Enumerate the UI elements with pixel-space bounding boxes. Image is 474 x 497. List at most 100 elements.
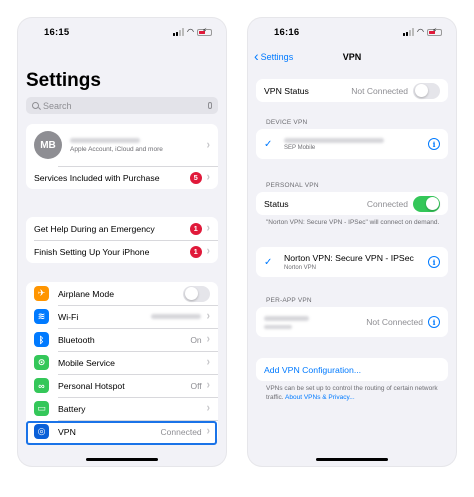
antenna-icon: ⊙ [34,355,49,370]
personal-vpn-profile-group: ✓ Norton VPN: Secure VPN - IPSec Norton … [256,247,448,277]
personal-vpn-header: PERSONAL VPN [266,182,319,189]
checkmark-icon: ✓ [264,138,273,150]
status-bar: 16:15 ◠ ⚡ [18,27,226,41]
wifi-status-icon: ◠ [417,27,424,36]
chevron-right-icon: › [206,401,210,416]
about-vpn-privacy-link[interactable]: About VPNs & Privacy... [285,394,355,401]
profile-row[interactable]: MB Apple Account, iCloud and more › [26,124,218,166]
info-icon[interactable]: i [428,138,440,150]
add-vpn-configuration-button[interactable]: Add VPN Configuration... [256,358,448,381]
notification-badge: 5 [189,171,202,184]
add-vpn-configuration-label: Add VPN Configuration... [264,364,362,375]
personal-vpn-status-label: Status [264,198,289,209]
bluetooth-row[interactable]: ᛒ Bluetooth On › [26,328,218,351]
notification-badge: 1 [189,222,202,235]
personal-hotspot-row[interactable]: ∞ Personal Hotspot Off › [26,374,218,397]
info-icon[interactable]: i [428,316,440,328]
link-icon: ∞ [34,378,49,393]
avatar: MB [34,131,62,159]
finish-setup-row[interactable]: Finish Setting Up Your iPhone 1 › [26,240,218,263]
chevron-right-icon: › [206,244,210,259]
per-app-vpn-value: Not Connected [366,317,423,327]
chevron-right-icon: › [206,170,210,185]
battery-row[interactable]: ▭ Battery › [26,397,218,420]
battery-status-icon: ⚡ [427,28,442,36]
vpn-status-group: VPN Status Not Connected [256,79,448,102]
status-icons: ◠ ⚡ [173,28,212,36]
home-indicator [86,458,158,461]
per-app-vpn-header: PER-APP VPN [266,297,312,304]
vpn-screen: 16:16 ◠ ⚡ ‹ Settings VPN VPN Status Not … [248,18,456,466]
norton-vpn-name: Norton VPN: Secure VPN - IPSec [284,253,414,263]
account-group: MB Apple Account, iCloud and more › Serv… [26,124,218,189]
device-vpn-sub: SEP Mobile [284,144,316,151]
status-icons: ◠ ⚡ [403,28,442,36]
microphone-icon[interactable] [208,102,212,109]
wifi-label: Wi-Fi [58,311,79,322]
connectivity-group: ✈ Airplane Mode ≋ Wi-Fi › ᛒ Bluetooth On… [26,282,218,443]
vpn-status-toggle[interactable] [413,82,440,99]
per-app-sub-blurred [264,324,292,329]
device-vpn-row[interactable]: ✓ SEP Mobile i [256,129,448,159]
wifi-row[interactable]: ≋ Wi-Fi › [26,305,218,328]
status-time: 16:15 [44,27,70,38]
wifi-icon: ≋ [34,309,49,324]
search-placeholder: Search [43,100,72,111]
bluetooth-label: Bluetooth [58,334,95,345]
search-icon [32,102,39,109]
finish-setup-label: Finish Setting Up Your iPhone [34,246,150,257]
personal-vpn-status-group: Status Connected [256,192,448,215]
emergency-help-row[interactable]: Get Help During an Emergency 1 › [26,217,218,240]
notification-badge: 1 [189,245,202,258]
signal-icon [403,28,415,36]
device-vpn-header: DEVICE VPN [266,119,308,126]
services-row[interactable]: Services Included with Purchase 5 › [26,166,218,189]
bluetooth-value: On [190,334,202,345]
vpn-footer-note: VPNs can be set up to control the routin… [266,385,442,402]
airplane-icon: ✈ [34,286,49,301]
personal-hotspot-value: Off [190,380,202,391]
personal-vpn-status-value: Connected [366,198,408,209]
services-label: Services Included with Purchase [34,172,160,183]
help-group: Get Help During an Emergency 1 › Finish … [26,217,218,263]
navigation-bar: ‹ Settings VPN [248,49,456,67]
device-vpn-name-blurred [284,137,384,143]
search-input[interactable]: Search [26,97,218,114]
connect-on-demand-note: "Norton VPN: Secure VPN - IPSec" will co… [266,219,440,226]
airplane-mode-row[interactable]: ✈ Airplane Mode [26,282,218,305]
wifi-network-blurred [150,314,201,319]
norton-vpn-sub: Norton VPN [284,265,317,271]
add-config-group: Add VPN Configuration... [256,358,448,381]
chevron-right-icon: › [206,221,210,236]
chevron-right-icon: › [206,332,210,347]
status-time: 16:16 [274,27,300,38]
signal-icon [173,28,185,36]
personal-vpn-toggle[interactable] [413,195,440,212]
airplane-mode-toggle[interactable] [183,285,210,302]
device-vpn-group: ✓ SEP Mobile i [256,129,448,159]
personal-hotspot-label: Personal Hotspot [58,380,125,391]
mobile-service-label: Mobile Service [58,357,115,368]
wifi-status-icon: ◠ [187,27,194,36]
info-icon[interactable]: i [428,256,440,268]
page-title: Settings [26,70,101,91]
vpn-status-value: Not Connected [351,85,408,96]
battery-status-icon: ⚡ [197,28,212,36]
battery-label: Battery [58,403,86,414]
per-app-vpn-row[interactable]: Not Connected i [256,307,448,337]
bluetooth-icon: ᛒ [34,332,49,347]
vpn-status-row: VPN Status Not Connected [256,79,448,102]
profile-subtitle: Apple Account, iCloud and more [70,145,163,153]
mobile-service-row[interactable]: ⊙ Mobile Service › [26,351,218,374]
profile-name-blurred [70,137,140,143]
status-bar: 16:16 ◠ ⚡ [248,27,456,41]
home-indicator [316,458,388,461]
per-app-name-blurred [264,315,309,321]
airplane-mode-label: Airplane Mode [58,288,115,299]
chevron-right-icon: › [206,378,210,393]
chevron-right-icon: › [206,309,210,324]
vpn-row-highlight [26,421,217,445]
chevron-right-icon: › [206,355,210,370]
norton-vpn-row[interactable]: ✓ Norton VPN: Secure VPN - IPSec Norton … [256,247,448,277]
emergency-help-label: Get Help During an Emergency [34,223,155,234]
